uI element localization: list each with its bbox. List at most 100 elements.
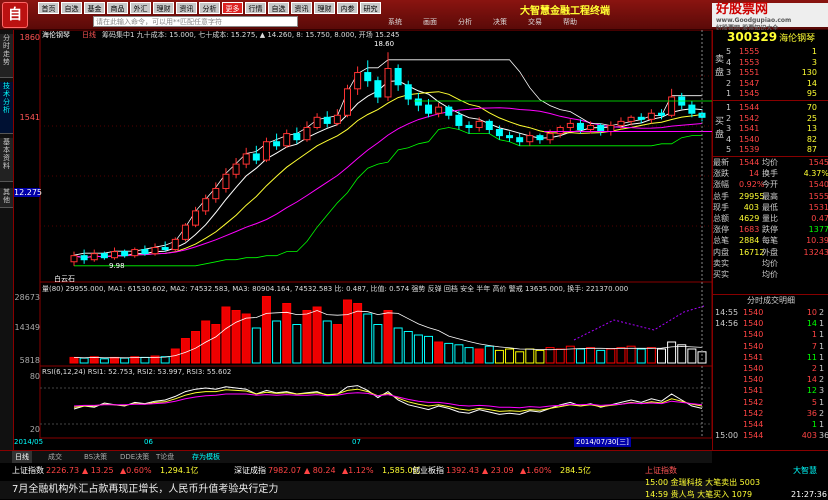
- bottom-tab-4[interactable]: T论盘: [156, 451, 174, 463]
- volume-bar: [393, 327, 403, 364]
- toolbar-button2-4[interactable]: 内参: [337, 2, 358, 14]
- volume-bar: [626, 345, 636, 364]
- toolbar-button-1[interactable]: 自选: [61, 2, 82, 14]
- price-axis-cursor: 12.275: [14, 188, 42, 197]
- volume-bar: [241, 313, 251, 364]
- stat-label: 涨跌: [713, 169, 729, 179]
- tab-fundamentals[interactable]: 基本资料: [0, 138, 13, 182]
- volume-bar: [606, 348, 616, 364]
- bottom-tab-2[interactable]: BS决策: [84, 451, 107, 463]
- volume-bar: [575, 348, 585, 364]
- toolbar-button-3[interactable]: 商品: [107, 2, 128, 14]
- candle-body: [566, 122, 574, 128]
- candle-body: [333, 114, 341, 124]
- k-line-chart[interactable]: [14, 29, 713, 450]
- index-name[interactable]: 深证成指: [234, 465, 266, 477]
- toolbar-button-4[interactable]: 外汇: [130, 2, 151, 14]
- index-ticker: 上证指数 2226.73 ▲ 13.25 ▲0.60% 1,294.1亿 深证成指 7982…: [0, 465, 712, 477]
- stat-label: 总额: [713, 214, 729, 223]
- toolbar-button-6[interactable]: 资讯: [176, 2, 197, 14]
- menu-item-5[interactable]: 帮助: [563, 17, 577, 27]
- trade-price: 1542: [743, 397, 764, 407]
- trade-count: 1: [819, 420, 825, 429]
- trade-row: 1541 11 1: [713, 353, 828, 364]
- candle-body: [293, 133, 301, 141]
- volume-bar: [616, 347, 626, 364]
- toolbar-button2-5[interactable]: 研究: [360, 2, 381, 14]
- command-input[interactable]: 请在此输入命令，可以用**匹配任意字符: [93, 16, 298, 27]
- app-window: 自 首页 自选 基金 商品 外汇 理财 资讯 分析 更多 行情 自选 资讯 理财 内参 研究 请在此输入命…: [0, 0, 828, 500]
- stat-label-2: 量比: [762, 214, 778, 223]
- bottom-tab-1[interactable]: 成交: [48, 451, 62, 463]
- toolbar-button-0[interactable]: 首页: [38, 2, 59, 14]
- bid-row: 3 1541 13: [713, 123, 828, 134]
- quote-stat-row: 内盘 16712 外盘 13243: [713, 248, 828, 259]
- clock-time: 21:27:36: [791, 490, 827, 499]
- tab-intraday[interactable]: 分时走势: [0, 34, 13, 78]
- trade-row: 1540 1 1: [713, 330, 828, 341]
- menu-item-0[interactable]: 系统: [388, 17, 402, 27]
- bid-level: 1: [726, 103, 732, 112]
- trade-row: 1540 7 1: [713, 342, 828, 353]
- trade-price: 1544: [743, 431, 764, 441]
- bottom-tab-3[interactable]: DDE决策: [120, 451, 149, 463]
- news-headline[interactable]: 7月全融机构外汇占款再现正增长，人民币升值考验央行定力: [12, 484, 278, 495]
- volume-bar: [444, 342, 454, 364]
- menu-item-2[interactable]: 分析: [458, 17, 472, 27]
- toolbar-button-5[interactable]: 理财: [153, 2, 174, 14]
- chart-area[interactable]: 海伦钢琴 日线 筹码集中1 九十成本: 15.000, 七十成本: 15.275…: [14, 29, 713, 450]
- quote-stat-row: 涨跌 14 换手 4.37%: [713, 169, 828, 180]
- trade-row: 1540 2 1: [713, 364, 828, 375]
- stat-value-2: 13243: [803, 247, 828, 257]
- stat-value: 1683: [739, 225, 760, 235]
- candle-body: [202, 198, 210, 212]
- trade-price: 1541: [743, 352, 764, 362]
- toolbar-button-8[interactable]: 更多: [222, 2, 243, 14]
- toolbar-button2-2[interactable]: 资讯: [291, 2, 312, 14]
- trade-volume: 14: [806, 375, 817, 385]
- candle-body: [546, 133, 554, 141]
- menu-item-1[interactable]: 画面: [423, 17, 437, 27]
- ask-row: 2 1547 14: [713, 78, 828, 89]
- left-tab-strip: 分时走势 技术分析 基本资料 其他: [0, 30, 14, 450]
- tab-other[interactable]: 其他: [0, 188, 13, 208]
- stat-label: 涨停: [713, 225, 729, 235]
- stat-value-2: 0.47: [811, 214, 828, 223]
- volume-bar: [646, 347, 656, 364]
- bottom-bar: 日线 成交 BS决策 DDE决策 T论盘 存为模板 上证指数 2226.73 ▲ 13.25 ▲…: [0, 450, 828, 500]
- clock-line-2: 14:59 贵人鸟 大笔买入 1079: [645, 490, 753, 499]
- toolbar-button-2[interactable]: 基金: [84, 2, 105, 14]
- candle-body: [273, 141, 281, 147]
- trade-count: 1: [819, 364, 825, 373]
- stat-label-2: 外盘: [762, 247, 778, 257]
- index-name[interactable]: 创业板指: [412, 465, 444, 477]
- index-name[interactable]: 上证指数: [12, 465, 44, 477]
- toolbar-button-7[interactable]: 分析: [199, 2, 220, 14]
- news-ticker[interactable]: 7月全融机构外汇占款再现正增长，人民币升值考验央行定力: [0, 481, 712, 499]
- bid-price: 1542: [739, 113, 760, 123]
- trade-row: 1542 36 2: [713, 409, 828, 420]
- vol-axis-top: 28673: [14, 293, 40, 302]
- candle-body: [627, 116, 635, 122]
- tab-technical[interactable]: 技术分析: [0, 82, 13, 134]
- volume-bar: [525, 348, 535, 364]
- rsi-axis-80: 80: [29, 372, 40, 381]
- quote-stat-row: 买实 均价: [713, 270, 828, 281]
- menu-item-3[interactable]: 决策: [493, 17, 507, 27]
- trade-price: 1542: [743, 408, 764, 418]
- bottom-tab-5[interactable]: 存为模板: [192, 451, 220, 463]
- ask-volume: 14: [806, 78, 817, 88]
- index-amount: 284.5亿: [560, 466, 591, 475]
- toolbar-button2-1[interactable]: 自选: [268, 2, 289, 14]
- bottom-tab-0[interactable]: 日线: [12, 451, 32, 463]
- toolbar-button2-0[interactable]: 行情: [245, 2, 266, 14]
- toolbar-button2-3[interactable]: 理财: [314, 2, 335, 14]
- volume-bar: [555, 348, 565, 364]
- candle-body: [465, 124, 473, 128]
- menu-item-4[interactable]: 交易: [528, 17, 542, 27]
- bid-price: 1544: [739, 103, 760, 112]
- candle-body: [364, 72, 372, 82]
- candle-body: [384, 67, 392, 98]
- volume-bar: [687, 348, 697, 364]
- ask-row: 5 1555 1: [713, 46, 828, 57]
